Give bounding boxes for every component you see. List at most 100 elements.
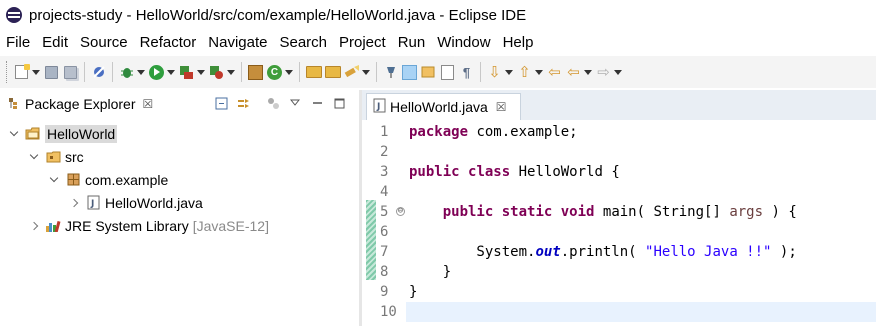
new-java-package-button[interactable] bbox=[247, 64, 264, 81]
tree-item-project[interactable]: HelloWorld bbox=[0, 122, 359, 145]
fold-collapse-icon[interactable]: ⊖ bbox=[396, 207, 405, 216]
keyword: static bbox=[501, 204, 553, 220]
line-number: 3 bbox=[380, 164, 389, 180]
editor-tab-close-icon[interactable]: ☒ bbox=[496, 100, 507, 114]
expand-chevron-icon[interactable] bbox=[29, 152, 39, 162]
toolbar-separator bbox=[84, 62, 85, 82]
code-line-5[interactable]: 5 ⊖ public static void main( String[] ar… bbox=[362, 202, 876, 222]
menu-navigate[interactable]: Navigate bbox=[208, 34, 267, 51]
code-line-10[interactable]: 10 bbox=[362, 302, 876, 322]
open-task-folder-icon bbox=[324, 66, 341, 78]
search-dropdown[interactable] bbox=[361, 64, 370, 81]
skip-breakpoints-icon bbox=[92, 66, 105, 78]
new-dropdown[interactable] bbox=[31, 64, 40, 81]
tree-item-package[interactable]: com.example bbox=[0, 168, 359, 191]
debug-dropdown[interactable] bbox=[136, 64, 145, 81]
coverage-icon bbox=[180, 65, 193, 79]
collapse-chevron-icon[interactable] bbox=[29, 221, 39, 231]
code-line-1[interactable]: 1 package com.example; bbox=[362, 122, 876, 142]
new-button[interactable] bbox=[13, 64, 30, 81]
maximize-icon[interactable] bbox=[331, 96, 347, 110]
toolbar-grip[interactable] bbox=[6, 61, 9, 83]
new-java-class-button[interactable]: C bbox=[266, 64, 283, 81]
run-button[interactable] bbox=[148, 64, 165, 81]
code-editor[interactable]: 1 package com.example; 2 3 public class … bbox=[362, 120, 876, 326]
new-file-icon bbox=[15, 65, 28, 79]
window-title: projects-study - HelloWorld/src/com/exam… bbox=[29, 6, 527, 24]
code-text: com.example; bbox=[468, 124, 578, 140]
code-line-2[interactable]: 2 bbox=[362, 142, 876, 162]
line-number: 2 bbox=[380, 144, 389, 160]
menu-run[interactable]: Run bbox=[398, 34, 426, 51]
next-annotation-icon[interactable]: ⇩ bbox=[486, 64, 503, 81]
back-dropdown[interactable] bbox=[583, 64, 592, 81]
tree-item-file[interactable]: J HelloWorld.java bbox=[0, 191, 359, 214]
link-with-editor-icon[interactable] bbox=[235, 96, 251, 110]
code-line-9[interactable]: 9 } bbox=[362, 282, 876, 302]
package-explorer-close-icon[interactable]: ☒ bbox=[143, 97, 154, 111]
tree-label-file: HelloWorld.java bbox=[105, 194, 203, 211]
focus-on-active-task-icon[interactable] bbox=[265, 96, 281, 110]
code-line-7[interactable]: 7 System.out.println( "Hello Java !!" ); bbox=[362, 242, 876, 262]
menu-project[interactable]: Project bbox=[339, 34, 386, 51]
toggle-block-selection-button[interactable] bbox=[439, 64, 456, 81]
menu-edit[interactable]: Edit bbox=[42, 34, 68, 51]
open-task-button[interactable] bbox=[324, 64, 341, 81]
new-class-dropdown[interactable] bbox=[284, 64, 293, 81]
toggle-word-wrap-button[interactable] bbox=[420, 64, 437, 81]
line-number: 4 bbox=[380, 184, 389, 200]
view-menu-chevron-down-icon[interactable] bbox=[287, 96, 303, 110]
code-line-6[interactable]: 6 bbox=[362, 222, 876, 242]
forward-dropdown[interactable] bbox=[613, 64, 622, 81]
toggle-mark-occurrences-button[interactable] bbox=[401, 64, 418, 81]
next-annotation-dropdown[interactable] bbox=[504, 64, 513, 81]
tree-label-project: HelloWorld bbox=[45, 124, 118, 143]
previous-annotation-icon[interactable]: ⇧ bbox=[516, 64, 533, 81]
package-explorer-toolbar bbox=[213, 96, 347, 110]
package-explorer-title[interactable]: Package Explorer bbox=[25, 96, 136, 112]
code-line-3[interactable]: 3 public class HelloWorld { bbox=[362, 162, 876, 182]
last-edit-location-icon[interactable]: ⇦ bbox=[546, 64, 563, 81]
save-all-button[interactable] bbox=[62, 64, 79, 81]
expand-chevron-icon[interactable] bbox=[9, 129, 19, 139]
menu-file[interactable]: File bbox=[6, 34, 30, 51]
coverage-dropdown[interactable] bbox=[196, 64, 205, 81]
code-line-4[interactable]: 4 bbox=[362, 182, 876, 202]
menu-help[interactable]: Help bbox=[503, 34, 534, 51]
menu-source[interactable]: Source bbox=[80, 34, 128, 51]
java-file-icon: J bbox=[373, 98, 386, 116]
editor-tab-helloworld[interactable]: J HelloWorld.java ☒ bbox=[366, 93, 521, 120]
tree-label-package: com.example bbox=[85, 171, 169, 188]
run-dropdown[interactable] bbox=[166, 64, 175, 81]
menu-window[interactable]: Window bbox=[437, 34, 490, 51]
forward-icon[interactable]: ⇨ bbox=[595, 64, 612, 81]
keyword: public bbox=[442, 204, 494, 220]
show-whitespace-icon[interactable]: ¶ bbox=[458, 64, 475, 81]
collapse-all-icon[interactable] bbox=[213, 96, 229, 110]
java-file-icon: J bbox=[85, 195, 101, 210]
code-text: } bbox=[409, 284, 418, 300]
expand-chevron-icon[interactable] bbox=[49, 175, 59, 185]
skip-breakpoints-button[interactable] bbox=[90, 64, 107, 81]
coverage-button[interactable] bbox=[178, 64, 195, 81]
menu-refactor[interactable]: Refactor bbox=[140, 34, 197, 51]
back-icon[interactable]: ⇦ bbox=[565, 64, 582, 81]
source-folder-icon bbox=[45, 150, 61, 164]
document-icon bbox=[441, 64, 454, 80]
minimize-icon[interactable] bbox=[309, 96, 325, 110]
line-number: 10 bbox=[380, 304, 397, 320]
tree-item-src[interactable]: src bbox=[0, 145, 359, 168]
search-button[interactable] bbox=[343, 64, 360, 81]
tree-item-library[interactable]: JRE System Library [JavaSE-12] bbox=[0, 214, 359, 237]
menu-search[interactable]: Search bbox=[279, 34, 327, 51]
collapse-chevron-icon[interactable] bbox=[69, 198, 79, 208]
external-tools-dropdown[interactable] bbox=[226, 64, 235, 81]
debug-button[interactable] bbox=[118, 64, 135, 81]
code-line-8[interactable]: 8 } bbox=[362, 262, 876, 282]
external-tools-button[interactable] bbox=[208, 64, 225, 81]
save-button[interactable] bbox=[43, 64, 60, 81]
open-type-button[interactable] bbox=[305, 64, 322, 81]
previous-annotation-dropdown[interactable] bbox=[534, 64, 543, 81]
toggle-ant-button[interactable] bbox=[382, 64, 399, 81]
